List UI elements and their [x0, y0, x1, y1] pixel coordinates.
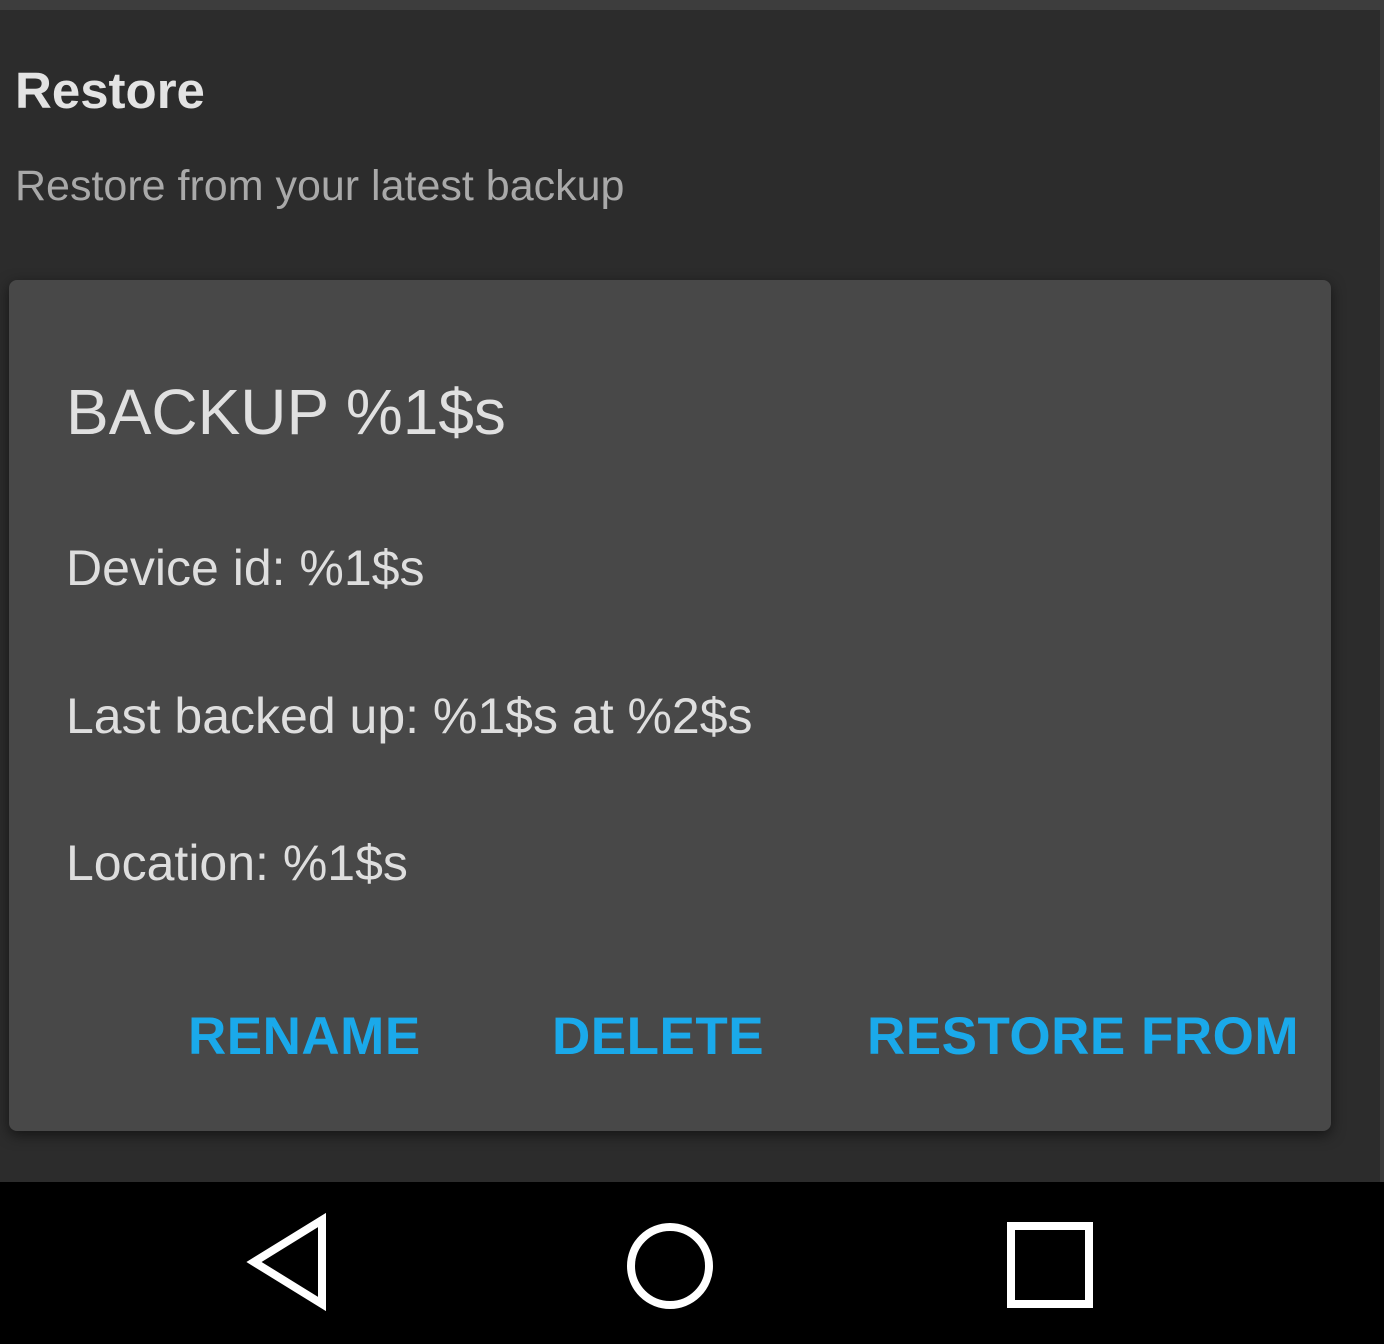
home-button[interactable] — [620, 1212, 720, 1312]
last-backed-up-text: Last backed up: %1$s at %2$s — [66, 688, 753, 744]
top-divider — [0, 0, 1384, 10]
restore-from-button[interactable]: RESTORE FROM — [867, 1000, 1299, 1074]
rename-button[interactable]: RENAME — [188, 1000, 421, 1074]
location-text: Location: %1$s — [66, 835, 408, 891]
delete-button[interactable]: DELETE — [552, 1000, 764, 1074]
preference-title: Restore — [15, 62, 205, 119]
preference-summary: Restore from your latest backup — [15, 162, 625, 210]
recents-square-icon — [1007, 1222, 1093, 1308]
home-circle-icon — [627, 1223, 713, 1309]
scroll-edge — [1380, 10, 1384, 1182]
screen: Restore Restore from your latest backup … — [0, 0, 1384, 1344]
device-id-text: Device id: %1$s — [66, 540, 425, 596]
dialog-title: BACKUP %1$s — [66, 376, 506, 448]
recents-button[interactable] — [1000, 1212, 1100, 1312]
navigation-bar — [0, 1182, 1384, 1344]
back-triangle-icon — [246, 1212, 326, 1312]
back-button[interactable] — [240, 1212, 340, 1312]
backup-dialog: BACKUP %1$s Device id: %1$s Last backed … — [9, 280, 1331, 1131]
